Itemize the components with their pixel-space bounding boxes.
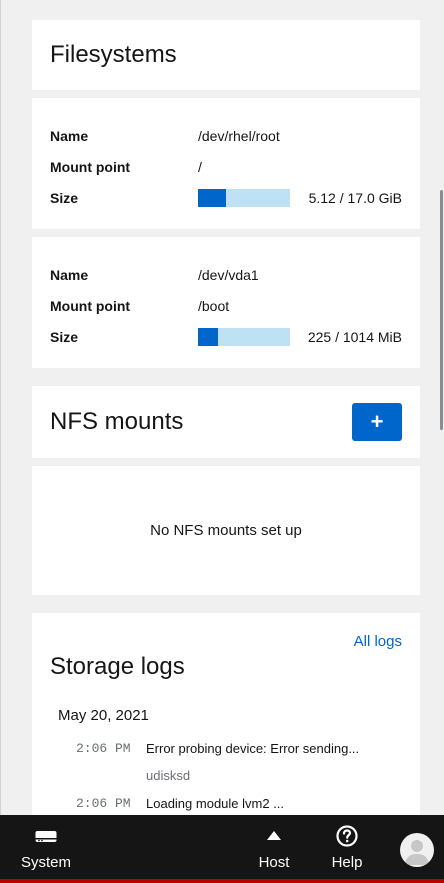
log-time: 2:06 PM <box>76 796 131 811</box>
usage-bar-fill <box>198 327 219 346</box>
nav-host[interactable]: Host <box>248 815 300 879</box>
filesystems-card: Filesystems <box>32 20 420 90</box>
storage-content: Filesystems Name/dev/rhel/root Mount poi… <box>32 20 420 853</box>
filesystem-name: /dev/rhel/root <box>198 127 280 144</box>
log-entry[interactable]: 2:06 PM Loading module lvm2 ... <box>32 796 420 811</box>
size-value: 5.12 / 17.0 GiB <box>308 189 402 206</box>
nfs-mounts-card: NFS mounts + <box>32 386 420 458</box>
filesystems-title: Filesystems <box>50 41 177 68</box>
filesystem-entry[interactable]: Name/dev/vda1 Mount point/boot Size 225 … <box>32 237 420 368</box>
add-nfs-mount-button[interactable]: + <box>352 403 402 441</box>
user-avatar[interactable] <box>400 833 434 867</box>
log-message: Loading module lvm2 ... <box>146 796 285 811</box>
filesystems-header: Filesystems <box>32 20 420 90</box>
logs-title: Storage logs <box>50 653 185 680</box>
log-entry[interactable]: 2:06 PM Error probing device: Error send… <box>32 741 420 756</box>
usage-bar-fill <box>198 188 226 207</box>
mount-point-value: / <box>198 158 202 175</box>
caret-up-icon <box>267 824 281 848</box>
nfs-empty-state: No NFS mounts set up <box>32 466 420 595</box>
name-label: Name <box>50 127 89 144</box>
log-message: Error probing device: Error sending... <box>146 741 360 756</box>
size-label: Size <box>50 189 79 206</box>
nav-system-label: System <box>20 853 71 871</box>
name-label: Name <box>50 266 89 283</box>
size-value: 225 / 1014 MiB <box>307 328 402 345</box>
help-icon <box>336 824 358 848</box>
filesystem-entry[interactable]: Name/dev/rhel/root Mount point / Size 5.1… <box>32 98 420 229</box>
nav-help-label: Help <box>331 853 363 871</box>
bottom-nav: System Host Help <box>0 815 444 883</box>
filesystem-name: /dev/vda1 <box>198 266 259 283</box>
mount-point-value: /boot <box>198 297 230 314</box>
nav-help[interactable]: Help <box>322 815 372 879</box>
mount-point-label: Mount point <box>50 158 131 175</box>
mount-point-label: Mount point <box>50 297 131 314</box>
log-source: udisksd <box>146 768 191 783</box>
usage-bar <box>198 327 290 346</box>
usage-bar <box>198 188 290 207</box>
all-logs-link[interactable]: All logs <box>354 633 402 699</box>
scrollbar[interactable] <box>438 0 444 815</box>
nav-system[interactable]: System <box>14 815 78 879</box>
user-icon <box>405 840 429 865</box>
log-time: 2:06 PM <box>76 741 131 756</box>
nav-host-label: Host <box>258 853 290 871</box>
nfs-header: NFS mounts + <box>32 386 420 458</box>
nfs-title: NFS mounts <box>50 408 184 435</box>
logs-header: Storage logs All logs <box>32 613 420 699</box>
server-icon <box>35 824 57 848</box>
size-label: Size <box>50 328 79 345</box>
log-date-heading: May 20, 2021 <box>58 707 149 724</box>
scrollbar-thumb[interactable] <box>440 190 443 430</box>
